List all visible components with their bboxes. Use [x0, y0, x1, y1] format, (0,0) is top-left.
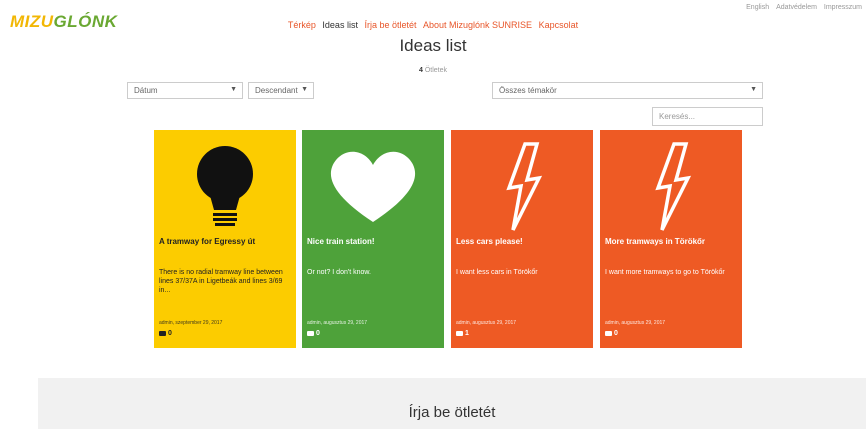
sort-order-select[interactable]: Descendant ▼ [248, 82, 314, 99]
idea-meta: admin, szeptember 29, 2017 [159, 320, 223, 326]
impressum-link[interactable]: Impresszum [824, 4, 862, 11]
lightning-icon [655, 142, 692, 231]
heart-icon [330, 151, 416, 222]
privacy-link[interactable]: Adatvédelem [776, 4, 817, 11]
comment-count: 0 [159, 330, 172, 337]
idea-card[interactable]: Nice train station! Or not? I don't know… [302, 130, 444, 348]
nav-about[interactable]: About Mizuglónk SUNRISE [423, 20, 532, 30]
idea-meta: admin, augusztus 29, 2017 [307, 320, 368, 326]
topic-select[interactable]: Összes témakör ▼ [492, 82, 763, 99]
comment-count: 1 [456, 330, 469, 337]
top-links: English Adatvédelem Impresszum [741, 4, 862, 11]
idea-card[interactable]: More tramways in Törökőr I want more tra… [600, 130, 742, 348]
idea-card[interactable]: A tramway for Egressy út There is no rad… [154, 130, 296, 348]
comment-icon [159, 330, 166, 336]
search-input[interactable]: Keresés... [652, 107, 763, 126]
topic-value: Összes témakör [499, 86, 557, 95]
footer-section: Írja be ötletét [38, 378, 866, 429]
page-title: Ideas list [399, 36, 467, 55]
sort-order-value: Descendant [255, 86, 298, 95]
chevron-down-icon: ▼ [230, 86, 237, 93]
nav-ideas-list[interactable]: Ideas list [322, 20, 358, 30]
comment-icon [605, 330, 612, 336]
chevron-down-icon: ▼ [301, 86, 308, 93]
comment-icon [456, 330, 463, 336]
comment-count: 0 [605, 330, 618, 337]
sort-field-value: Dátum [134, 86, 158, 95]
idea-description: There is no radial tramway line between … [159, 269, 283, 294]
comment-count-value: 0 [614, 330, 618, 337]
main-nav: Térkép Ideas list Írja be ötletét About … [0, 20, 866, 30]
idea-meta: admin, augusztus 29, 2017 [456, 320, 517, 326]
idea-title[interactable]: Less cars please! [456, 237, 588, 246]
nav-contact[interactable]: Kapcsolat [539, 20, 579, 30]
footer-title: Írja be ötletét [408, 404, 496, 421]
nav-map[interactable]: Térkép [288, 20, 316, 30]
idea-count-number: 4 [418, 67, 423, 74]
idea-description: I want more tramways to go to Törökőr [605, 269, 725, 276]
idea-meta: admin, augusztus 29, 2017 [605, 320, 666, 326]
comment-count-value: 0 [168, 330, 172, 337]
idea-card[interactable]: Less cars please! I want less cars in Tö… [451, 130, 593, 348]
lightbulb-icon [197, 146, 253, 226]
comment-icon [307, 330, 314, 336]
nav-submit-idea[interactable]: Írja be ötletét [364, 20, 416, 30]
idea-title[interactable]: Nice train station! [307, 237, 439, 246]
lightning-icon [506, 142, 543, 231]
idea-title[interactable]: A tramway for Egressy út [159, 237, 291, 246]
idea-count-label: Ötletek [424, 67, 448, 74]
comment-count-value: 1 [465, 330, 469, 337]
comment-count: 0 [307, 330, 320, 337]
sort-field-select[interactable]: Dátum ▼ [127, 82, 243, 99]
chevron-down-icon: ▼ [750, 86, 757, 93]
idea-description: I want less cars in Törökőr [456, 269, 538, 276]
idea-count: 4 Ötletek [0, 67, 866, 74]
language-link[interactable]: English [746, 4, 769, 11]
idea-description: Or not? I don't know. [307, 269, 371, 276]
idea-title[interactable]: More tramways in Törökőr [605, 237, 737, 246]
comment-count-value: 0 [316, 330, 320, 337]
